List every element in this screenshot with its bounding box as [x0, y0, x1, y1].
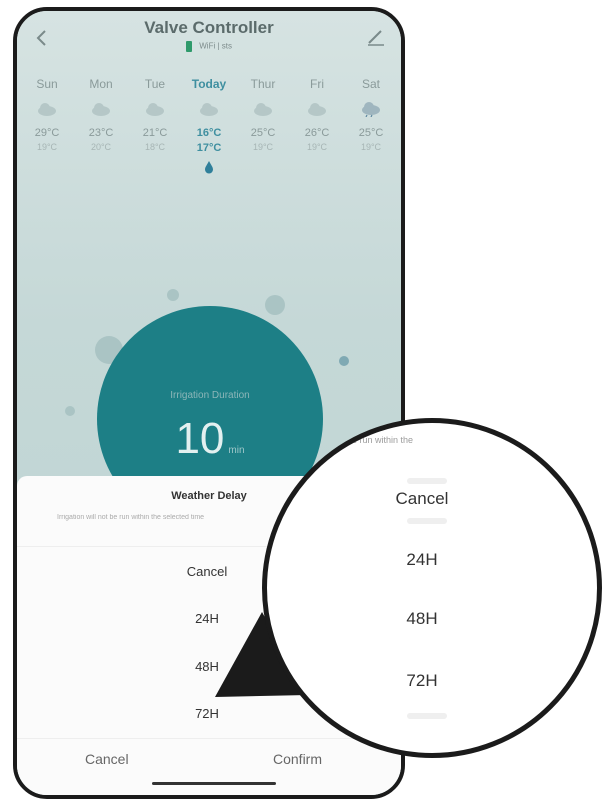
magnifier-description: be run within the: [347, 435, 414, 445]
ghost-row: [407, 478, 447, 484]
ghost-row: [407, 518, 447, 524]
magnifier-option-cancel: Cancel: [395, 489, 449, 508]
zoom-magnifier: be run within the Cancel 24H 48H 72H: [262, 418, 602, 758]
magnifier-option-72h: 72H: [406, 671, 438, 690]
magnifier-option-24h: 24H: [406, 550, 438, 569]
ghost-row: [407, 713, 447, 719]
magnifier-option-48h: 48H: [406, 609, 438, 628]
